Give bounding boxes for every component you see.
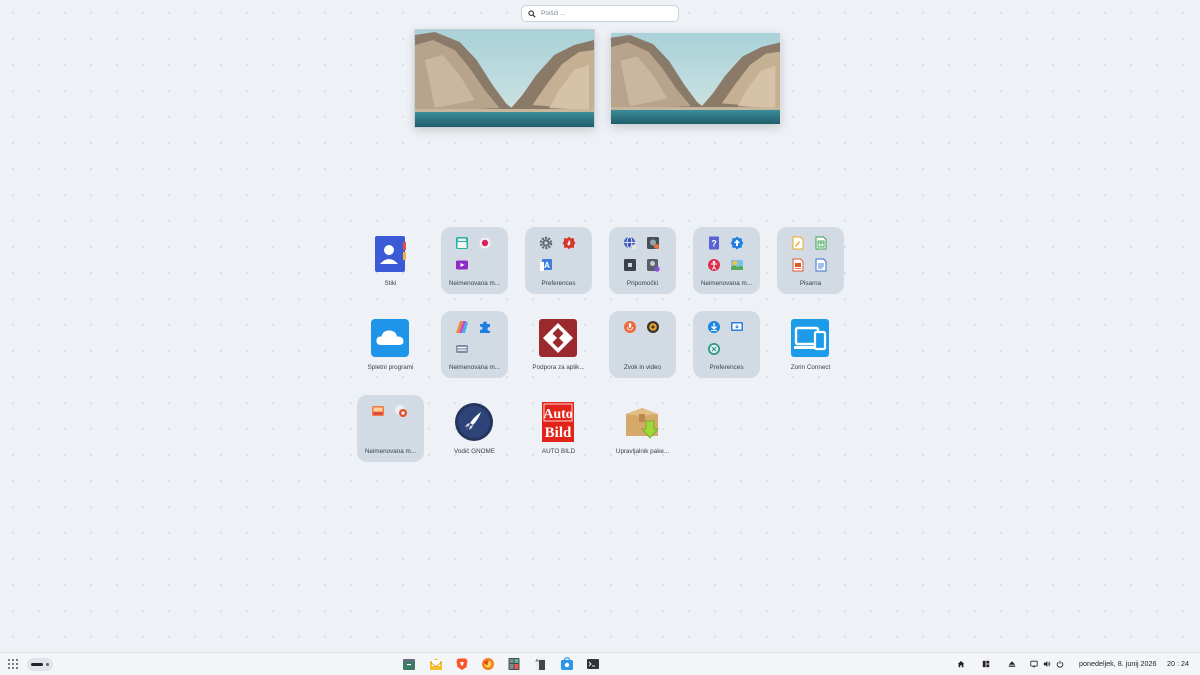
camera-icon: [394, 404, 408, 418]
search-icon: [528, 9, 536, 18]
disks-icon: [646, 236, 660, 250]
video-icon: [455, 258, 469, 272]
taskbar: 31 ponedeljek, 8. junij 2026 20 : 24: [0, 652, 1200, 675]
folder-label: Zvok in video: [623, 364, 662, 371]
folder-label: Preferences: [709, 364, 744, 371]
folder-label: Neimenovana m...: [448, 280, 501, 287]
calculator-icon[interactable]: [507, 657, 521, 671]
folder-unnamed-3[interactable]: Neimenovana m...: [441, 311, 508, 378]
screen-icon: [623, 258, 637, 272]
speaker-icon: [646, 320, 660, 334]
folder-label: Pripomočki: [626, 280, 659, 287]
svg-text:31: 31: [536, 659, 540, 663]
font-icon: A: [539, 258, 553, 272]
folder-label: Pisarna: [799, 280, 822, 287]
sync-icon: [707, 342, 721, 356]
app-contacts[interactable]: Stiki: [357, 227, 424, 294]
app-label: Stiki: [384, 280, 397, 287]
files-icon[interactable]: [402, 657, 416, 671]
screenshot-icon: [455, 236, 469, 250]
folder-unnamed-4[interactable]: Neimenovana m...: [357, 395, 424, 462]
app-label: Podpora za aplik...: [532, 364, 585, 371]
app-package-manager[interactable]: Upravljalnik pake...: [609, 395, 676, 462]
text-editor-icon[interactable]: 31: [533, 657, 547, 671]
folder-unnamed-2[interactable]: ? Neimenovana m...: [693, 227, 760, 294]
time-label[interactable]: 20 : 24: [1167, 659, 1189, 668]
svg-text:Bild: Bild: [545, 425, 572, 441]
folder-preferences-1[interactable]: A Preferences: [525, 227, 592, 294]
zorin-connect-icon: [790, 318, 830, 358]
firefox-icon[interactable]: [481, 657, 495, 671]
autobild-icon: Auto Bild: [538, 402, 578, 442]
svg-text:?: ?: [711, 239, 717, 249]
app-auto-bild[interactable]: Auto Bild AUTO BILD: [525, 395, 592, 462]
rocket-icon: [454, 402, 494, 442]
svg-text:Auto: Auto: [543, 407, 573, 422]
help-icon: ?: [707, 236, 721, 250]
folder-sound-video[interactable]: Zvok in video: [609, 311, 676, 378]
wallpaper-image: [611, 33, 780, 124]
app-label: AUTO BILD: [541, 448, 576, 455]
contacts-icon: [370, 234, 410, 274]
remote-desktop-icon: [730, 320, 744, 334]
cloud-icon: [370, 318, 410, 358]
paint-icon: [455, 320, 469, 334]
display-icon[interactable]: [1027, 657, 1041, 671]
folder-label: Preferences: [541, 280, 576, 287]
svg-text:A: A: [544, 261, 550, 270]
app-zorin-connect[interactable]: Zorin Connect: [777, 311, 844, 378]
package-icon: [622, 402, 662, 442]
writer-icon: [814, 258, 828, 272]
workspace-thumbnail-2[interactable]: [611, 33, 780, 124]
home-icon[interactable]: [954, 657, 968, 671]
extensions-icon: [478, 320, 492, 334]
app-wine-support[interactable]: Podpora za aplik...: [525, 311, 592, 378]
weather-icon: [730, 258, 744, 272]
mail-icon[interactable]: [429, 657, 443, 671]
app-gnome-tour[interactable]: Vodič GNOME: [441, 395, 508, 462]
layout-icon[interactable]: [979, 657, 993, 671]
record-icon: [478, 236, 492, 250]
volume-icon[interactable]: [1040, 657, 1054, 671]
folder-utilities[interactable]: Pripomočki: [609, 227, 676, 294]
calc-icon: [814, 236, 828, 250]
store-icon[interactable]: [560, 657, 574, 671]
terminal-icon[interactable]: [586, 657, 600, 671]
folder-preferences-2[interactable]: Preferences: [693, 311, 760, 378]
app-web-apps[interactable]: Spletni programi: [357, 311, 424, 378]
wallpaper-image: [415, 30, 594, 127]
firewall-icon: [562, 236, 576, 250]
wine-icon: [538, 318, 578, 358]
photos-icon: [371, 404, 385, 418]
draw-icon: [791, 236, 805, 250]
search-field[interactable]: [521, 5, 679, 22]
app-label: Spletni programi: [367, 364, 414, 371]
power-icon[interactable]: [1053, 657, 1067, 671]
app-grid-icon[interactable]: [6, 657, 20, 671]
folder-office[interactable]: Pisarna: [777, 227, 844, 294]
settings-gear-icon: [539, 236, 553, 250]
microphone-icon: [623, 320, 637, 334]
accessibility-icon: [707, 258, 721, 272]
app-label: Zorin Connect: [790, 364, 831, 371]
workspace-thumbnail-1[interactable]: [414, 29, 595, 128]
folder-label: Neimenovana m...: [700, 280, 753, 287]
eject-icon[interactable]: [1005, 657, 1019, 671]
folder-unnamed-1[interactable]: Neimenovana m...: [441, 227, 508, 294]
workspace-indicator[interactable]: [27, 658, 53, 671]
user-settings-icon: [646, 258, 660, 272]
impress-icon: [791, 258, 805, 272]
brave-icon[interactable]: [455, 657, 469, 671]
app-label: Vodič GNOME: [454, 448, 495, 455]
update-icon: [730, 236, 744, 250]
folder-label: Neimenovana m...: [364, 448, 417, 455]
app-label: Upravljalnik pake...: [615, 448, 670, 455]
download-icon: [707, 320, 721, 334]
network-globe-icon: [623, 236, 637, 250]
search-input[interactable]: [541, 10, 671, 17]
keyboard-icon: [455, 342, 469, 356]
folder-label: Neimenovana m...: [448, 364, 501, 371]
date-label[interactable]: ponedeljek, 8. junij 2026: [1079, 659, 1157, 668]
